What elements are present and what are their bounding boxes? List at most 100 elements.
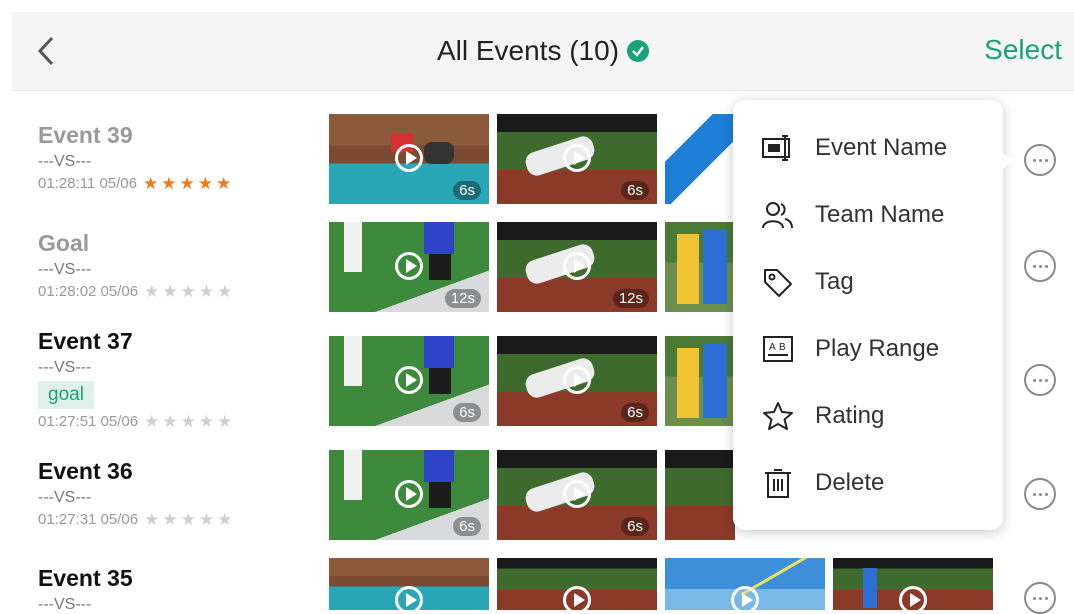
event-name: Event 35 bbox=[38, 565, 133, 591]
event-name-icon bbox=[761, 131, 795, 165]
menu-item-tag[interactable]: Tag bbox=[733, 252, 1003, 312]
star-icon: ★ bbox=[180, 282, 196, 301]
event-meta: 01:28:11 05/06 ★ ★ ★ ★ ★ bbox=[38, 175, 231, 192]
menu-item-label: Tag bbox=[815, 268, 854, 295]
more-options-button[interactable] bbox=[1024, 144, 1056, 176]
select-button[interactable]: Select bbox=[984, 34, 1062, 66]
play-range-icon: AB bbox=[761, 332, 795, 366]
clip-thumbnail[interactable]: 6s bbox=[329, 450, 489, 540]
clip-thumbnail[interactable]: 6s bbox=[329, 114, 489, 204]
more-options-button[interactable] bbox=[1024, 478, 1056, 510]
clip-thumbnail[interactable]: 6s bbox=[497, 450, 657, 540]
thumbnail-figure bbox=[677, 348, 699, 418]
thumbnail-figure bbox=[677, 234, 699, 304]
clip-thumbnail[interactable]: 6s bbox=[329, 336, 489, 426]
menu-item-play-range[interactable]: AB Play Range bbox=[733, 319, 1003, 379]
trash-icon bbox=[761, 466, 795, 500]
clip-duration: 6s bbox=[453, 181, 481, 200]
play-icon bbox=[563, 366, 591, 394]
thumbnail-figure bbox=[703, 344, 727, 418]
clip-thumbnail[interactable] bbox=[497, 558, 657, 610]
play-icon bbox=[563, 586, 591, 610]
play-icon bbox=[395, 586, 423, 610]
star-icon: ★ bbox=[217, 510, 233, 529]
star-icon: ★ bbox=[198, 510, 215, 529]
thumbnail-figure bbox=[429, 482, 451, 508]
clip-thumbnail[interactable] bbox=[329, 558, 489, 610]
event-item[interactable]: Event 35 ---VS--- bbox=[38, 565, 133, 614]
star-rating: ★ ★ ★ ★ ★ bbox=[143, 175, 231, 192]
event-item[interactable]: Event 37 ---VS--- goal 01:27:51 05/06 ★ ★… bbox=[38, 328, 232, 430]
star-icon: ★ bbox=[162, 282, 178, 301]
play-icon bbox=[563, 480, 591, 508]
page-title: All Events (10) bbox=[436, 35, 620, 66]
top-bar: All Events (10) Select bbox=[12, 12, 1074, 91]
thumbnail-figure bbox=[703, 230, 727, 304]
play-icon bbox=[563, 144, 591, 172]
star-icon: ★ bbox=[144, 510, 160, 529]
thumbnail-figure bbox=[344, 336, 362, 386]
event-item[interactable]: Event 39 ---VS--- 01:28:11 05/06 ★ ★ ★ ★ ★ bbox=[38, 122, 231, 192]
menu-item-delete[interactable]: Delete bbox=[733, 453, 1003, 513]
menu-item-event-name[interactable]: Event Name bbox=[733, 118, 1003, 178]
event-name: Event 39 bbox=[38, 122, 133, 148]
clip-thumbnail[interactable]: 12s bbox=[497, 222, 657, 312]
tag-icon bbox=[761, 265, 795, 299]
clip-thumbnail[interactable]: 12s bbox=[329, 222, 489, 312]
thumbnail-figure bbox=[424, 222, 454, 254]
star-icon: ★ bbox=[162, 510, 178, 529]
clip-duration: 6s bbox=[453, 403, 481, 422]
clip-thumbnail[interactable] bbox=[665, 222, 735, 312]
event-time: 01:27:31 05/06 bbox=[38, 511, 139, 528]
menu-item-rating[interactable]: Rating bbox=[733, 386, 1003, 446]
thumbnail-figure bbox=[424, 336, 454, 368]
play-icon bbox=[395, 252, 423, 280]
star-icon: ★ bbox=[144, 282, 160, 301]
clip-duration: 12s bbox=[612, 289, 649, 308]
clip-duration: 6s bbox=[621, 403, 649, 422]
play-icon bbox=[899, 586, 927, 610]
more-options-button[interactable] bbox=[1024, 364, 1056, 396]
star-icon: ★ bbox=[180, 412, 196, 431]
clip-thumbnail[interactable] bbox=[665, 558, 825, 610]
menu-item-label: Delete bbox=[815, 469, 885, 496]
event-item[interactable]: Goal ---VS--- 01:28:02 05/06 ★ ★ ★ ★ ★ bbox=[38, 230, 232, 300]
clip-thumbnail[interactable]: 6s bbox=[497, 114, 657, 204]
clip-thumbnail[interactable] bbox=[665, 114, 735, 204]
star-icon: ★ bbox=[197, 174, 213, 193]
play-icon bbox=[395, 480, 423, 508]
event-item[interactable]: Event 36 ---VS--- 01:27:31 05/06 ★ ★ ★ ★ ★ bbox=[38, 458, 232, 528]
menu-item-label: Team Name bbox=[815, 201, 945, 228]
event-vs: ---VS--- bbox=[38, 261, 92, 278]
thumbnail-figure bbox=[344, 450, 362, 500]
event-time: 01:28:11 05/06 bbox=[38, 175, 137, 192]
event-vs: ---VS--- bbox=[38, 489, 92, 506]
play-icon bbox=[563, 252, 591, 280]
event-name: Event 36 bbox=[38, 458, 133, 484]
event-vs: ---VS--- bbox=[38, 359, 92, 376]
clip-thumbnail[interactable]: 6s bbox=[497, 336, 657, 426]
event-name: Event 37 bbox=[38, 328, 133, 354]
star-rating: ★ ★ ★ ★ ★ bbox=[144, 283, 232, 300]
menu-item-team-name[interactable]: Team Name bbox=[733, 185, 1003, 245]
star-icon: ★ bbox=[215, 174, 232, 193]
clip-thumbnail[interactable] bbox=[665, 450, 735, 540]
event-meta: 01:28:02 05/06 ★ ★ ★ ★ ★ bbox=[38, 283, 232, 300]
event-time: 01:28:02 05/06 bbox=[38, 283, 139, 300]
title-area: All Events (10) bbox=[12, 12, 1074, 90]
thumbnail-figure bbox=[424, 450, 454, 482]
star-icon: ★ bbox=[217, 282, 233, 301]
thumbnail-figure bbox=[429, 368, 451, 394]
thumbnail-figure bbox=[863, 568, 877, 608]
event-meta: 01:27:31 05/06 ★ ★ ★ ★ ★ bbox=[38, 511, 232, 528]
star-icon: ★ bbox=[180, 510, 196, 529]
clip-thumbnail[interactable] bbox=[833, 558, 993, 610]
more-options-button[interactable] bbox=[1024, 582, 1056, 614]
svg-text:A: A bbox=[769, 342, 776, 353]
clip-thumbnail[interactable] bbox=[665, 336, 735, 426]
event-options-menu: Event Name Team Name Tag AB Play Range R… bbox=[733, 100, 1012, 530]
star-outline-icon bbox=[761, 399, 795, 433]
event-vs: ---VS--- bbox=[38, 153, 92, 170]
star-icon: ★ bbox=[217, 412, 233, 431]
more-options-button[interactable] bbox=[1024, 250, 1056, 282]
